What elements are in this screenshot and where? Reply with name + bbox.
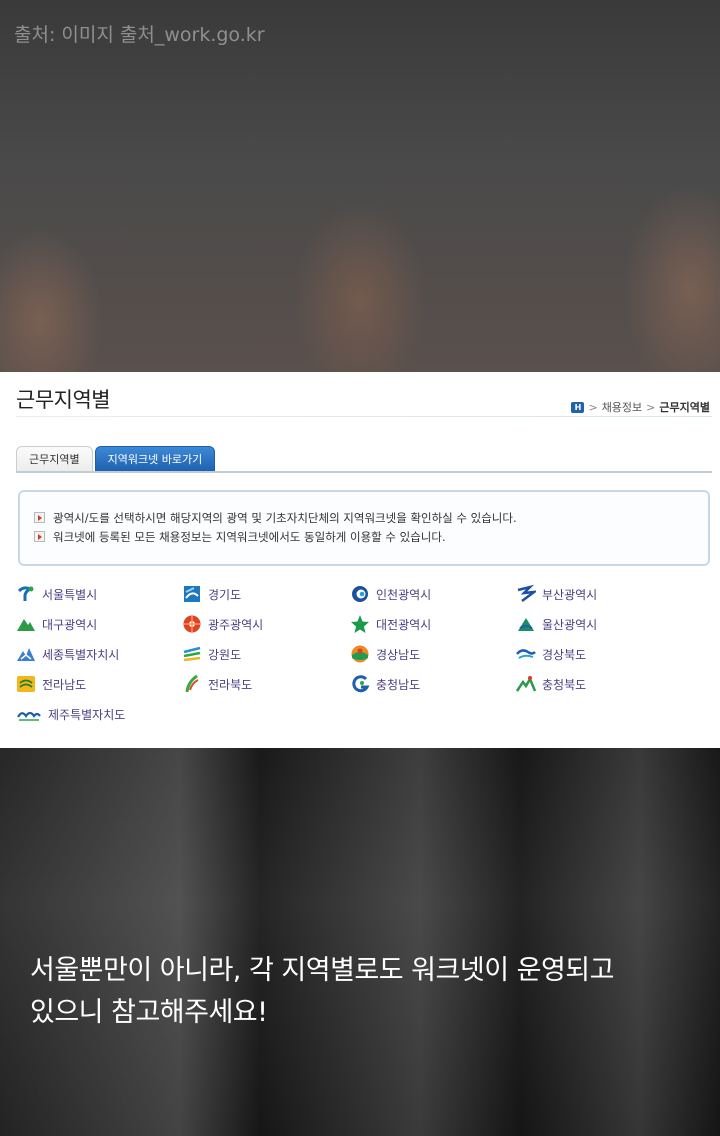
tab-underline xyxy=(16,471,712,473)
region-link-gyeonggi[interactable]: 경기도 xyxy=(182,584,350,604)
region-link-incheon[interactable]: 인천광역시 xyxy=(350,584,516,604)
jeju-emblem-icon xyxy=(17,711,41,721)
region-label: 전라남도 xyxy=(42,677,87,692)
caption-text: 서울뿐만이 아니라, 각 지역별로도 워크넷이 운영되고 있으니 참고해주세요! xyxy=(30,950,700,1034)
chungbuk-emblem-icon xyxy=(516,676,536,692)
background-photo-top xyxy=(0,0,720,372)
info-text: 광역시/도를 선택하시면 해당지역의 광역 및 기초자치단체의 지역워크넷을 확… xyxy=(53,510,517,525)
info-line: 광역시/도를 선택하시면 해당지역의 광역 및 기초자치단체의 지역워크넷을 확… xyxy=(34,508,708,527)
bullet-arrow-icon xyxy=(34,512,45,523)
gangwon-emblem-icon xyxy=(183,646,201,662)
gyeongbuk-emblem-icon xyxy=(516,649,536,659)
breadcrumb: H > 채용정보 > 근무지역별 xyxy=(571,399,710,415)
info-box: 광역시/도를 선택하시면 해당지역의 광역 및 기초자치단체의 지역워크넷을 확… xyxy=(18,490,710,566)
source-credit: 출처: 이미지 출처_work.go.kr xyxy=(14,24,265,46)
worknet-screenshot-panel: 근무지역별 H > 채용정보 > 근무지역별 근무지역별 지역워크넷 바로가기 … xyxy=(0,372,720,748)
gyeonggi-emblem-icon xyxy=(184,586,200,602)
bullet-arrow-icon xyxy=(34,531,45,542)
seoul-emblem-icon xyxy=(17,586,34,601)
chungnam-emblem-icon xyxy=(352,675,370,693)
caption-line: 서울뿐만이 아니라, 각 지역별로도 워크넷이 운영되고 xyxy=(30,955,614,986)
tab-regional-worknet[interactable]: 지역워크넷 바로가기 xyxy=(94,446,216,472)
region-link-gyeongnam[interactable]: 경상남도 xyxy=(350,644,516,664)
region-label: 전라북도 xyxy=(208,677,253,692)
tab-work-region[interactable]: 근무지역별 xyxy=(16,446,93,472)
region-label: 강원도 xyxy=(208,647,242,662)
region-label: 대구광역시 xyxy=(42,617,98,632)
region-link-jeju[interactable]: 제주특별자치도 xyxy=(16,704,182,724)
region-link-daegu[interactable]: 대구광역시 xyxy=(16,614,182,634)
info-text: 워크넷에 등록된 모든 채용정보는 지역워크넷에서도 동일하게 이용할 수 있습… xyxy=(53,529,446,544)
region-label: 인천광역시 xyxy=(376,587,432,602)
page-title: 근무지역별 xyxy=(16,388,111,412)
region-link-jeonbuk[interactable]: 전라북도 xyxy=(182,674,350,694)
region-label: 충청남도 xyxy=(376,677,421,692)
background-photo-bottom xyxy=(0,748,720,1136)
region-label: 부산광역시 xyxy=(542,587,598,602)
region-link-gangwon[interactable]: 강원도 xyxy=(182,644,350,664)
title-divider xyxy=(16,416,712,417)
caption-line: 있으니 참고해주세요! xyxy=(30,997,268,1028)
incheon-emblem-icon xyxy=(352,586,368,602)
jeonnam-emblem-icon xyxy=(17,676,35,692)
region-link-chungnam[interactable]: 충청남도 xyxy=(350,674,516,694)
region-link-sejong[interactable]: 세종특별자치시 xyxy=(16,644,182,664)
region-label: 서울특별시 xyxy=(42,587,98,602)
region-list: 서울특별시 경기도 인천광역시 부산광역시 대구광역시 광주광역시 대전광역시 … xyxy=(16,584,696,724)
region-label: 경상북도 xyxy=(542,647,587,662)
region-link-chungbuk[interactable]: 충청북도 xyxy=(516,674,696,694)
region-link-ulsan[interactable]: 울산광역시 xyxy=(516,614,696,634)
sejong-emblem-icon xyxy=(17,648,35,661)
info-line: 워크넷에 등록된 모든 채용정보는 지역워크넷에서도 동일하게 이용할 수 있습… xyxy=(34,527,708,546)
gyeongnam-emblem-icon xyxy=(351,645,369,663)
region-label: 경기도 xyxy=(208,587,242,602)
region-label: 충청북도 xyxy=(542,677,587,692)
daegu-emblem-icon xyxy=(17,619,35,631)
gwangju-emblem-icon xyxy=(183,615,201,633)
region-label: 제주특별자치도 xyxy=(48,707,126,722)
region-link-busan[interactable]: 부산광역시 xyxy=(516,584,696,604)
region-link-jeonnam[interactable]: 전라남도 xyxy=(16,674,182,694)
region-link-daejeon[interactable]: 대전광역시 xyxy=(350,614,516,634)
region-link-gyeongbuk[interactable]: 경상북도 xyxy=(516,644,696,664)
region-link-seoul[interactable]: 서울특별시 xyxy=(16,584,182,604)
region-label: 세종특별자치시 xyxy=(42,647,120,662)
jeonbuk-emblem-icon xyxy=(185,674,199,693)
ulsan-emblem-icon xyxy=(518,618,534,631)
breadcrumb-item-jobinfo[interactable]: 채용정보 xyxy=(602,399,642,415)
daejeon-emblem-icon xyxy=(351,615,369,633)
breadcrumb-separator: > xyxy=(588,400,598,414)
region-label: 광주광역시 xyxy=(208,617,264,632)
breadcrumb-separator: > xyxy=(646,400,656,414)
region-link-gwangju[interactable]: 광주광역시 xyxy=(182,614,350,634)
region-label: 울산광역시 xyxy=(542,617,598,632)
tab-bar: 근무지역별 지역워크넷 바로가기 xyxy=(16,446,216,472)
region-label: 대전광역시 xyxy=(376,617,432,632)
region-label: 경상남도 xyxy=(376,647,421,662)
busan-emblem-icon xyxy=(517,584,536,602)
home-icon[interactable]: H xyxy=(571,401,585,413)
breadcrumb-item-current: 근무지역별 xyxy=(659,401,710,414)
